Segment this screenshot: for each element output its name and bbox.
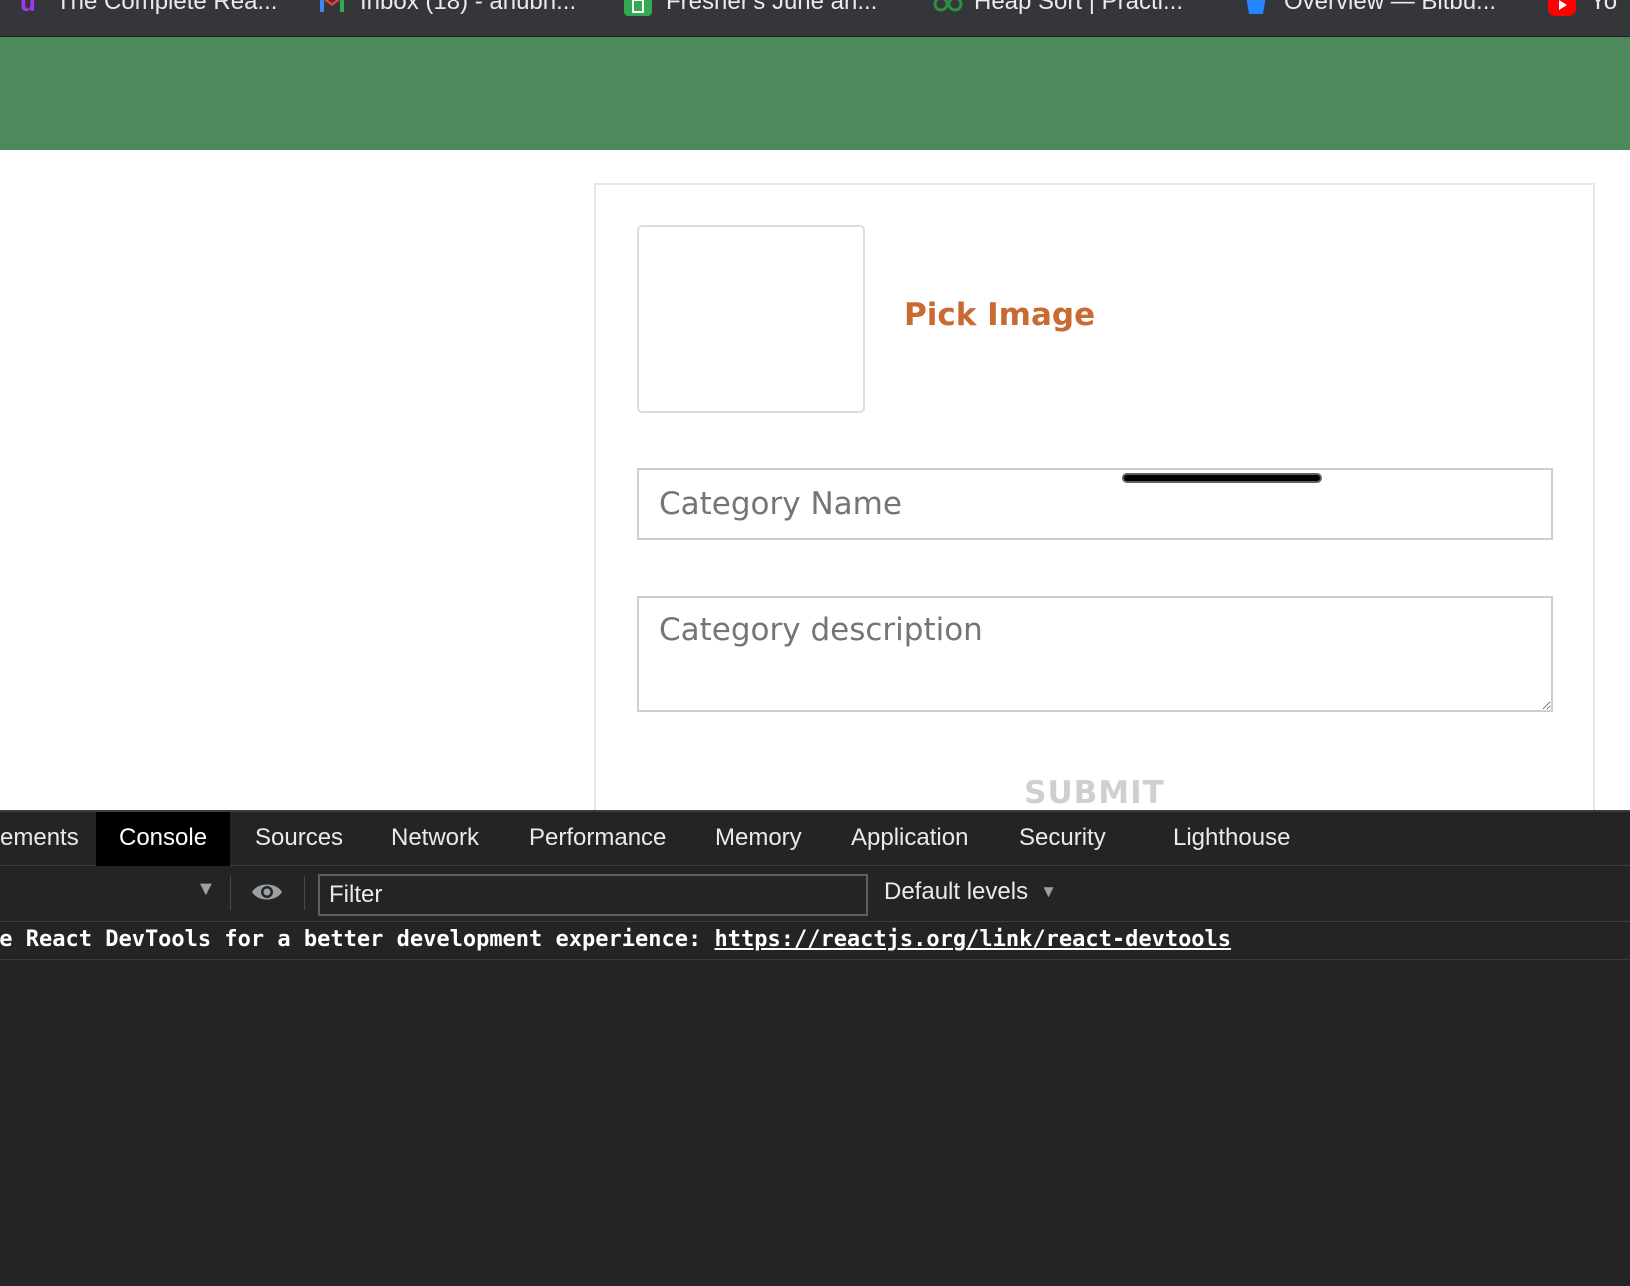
tab-memory[interactable]: Memory [692, 812, 825, 866]
tab-console[interactable]: Console [96, 812, 231, 866]
bookmark-bitbucket[interactable]: Overview — Bitbu... [1242, 0, 1496, 16]
bookmark-label: The Complete Rea... [56, 0, 278, 15]
tab-sources[interactable]: Sources [232, 812, 366, 866]
pick-image-button[interactable]: Pick Image [904, 297, 1095, 333]
floating-tab [1122, 473, 1322, 483]
image-preview [637, 225, 865, 413]
eye-icon[interactable] [250, 880, 284, 904]
context-dropdown-icon[interactable]: ▼ [196, 878, 216, 901]
bookmark-gfg[interactable]: Heap Sort | Practi... [932, 0, 1183, 16]
page-content: Pick Image SUBMIT [0, 150, 1630, 810]
bookmark-label: Heap Sort | Practi... [974, 0, 1183, 15]
console-message-text: he React DevTools for a better developme… [0, 927, 1231, 952]
bookmark-label: Fresher's June an... [666, 0, 878, 15]
submit-button[interactable]: SUBMIT [596, 775, 1593, 810]
chevron-down-icon: ▼ [1040, 882, 1057, 901]
react-devtools-link[interactable]: https://reactjs.org/link/react-devtools [714, 927, 1231, 952]
toolbar-divider [304, 876, 305, 910]
tab-performance[interactable]: Performance [506, 812, 689, 866]
tab-network[interactable]: Network [368, 812, 502, 866]
gmail-icon [318, 0, 346, 16]
bookmark-label: Yo [1590, 0, 1618, 15]
bookmark-sheets[interactable]: Fresher's June an... [624, 0, 877, 16]
tab-elements[interactable]: ements [0, 812, 102, 866]
bookmark-label: Inbox (18) - anubh... [360, 0, 577, 15]
bitbucket-icon [1242, 0, 1270, 16]
tab-lighthouse[interactable]: Lighthouse [1150, 812, 1313, 866]
console-message: he React DevTools for a better developme… [0, 922, 1630, 960]
category-name-input[interactable] [637, 468, 1553, 540]
console-toolbar: ▼ Default levels ▼ [0, 866, 1630, 922]
bookmark-gmail[interactable]: Inbox (18) - anubh... [318, 0, 576, 16]
bookmarks-bar: ū The Complete Rea... Inbox (18) - anubh… [0, 0, 1630, 37]
youtube-icon [1548, 0, 1576, 16]
toolbar-divider [230, 876, 231, 910]
log-levels-label: Default levels [884, 878, 1029, 905]
log-levels-dropdown[interactable]: Default levels ▼ [884, 878, 1057, 906]
udemy-icon: ū [20, 0, 36, 17]
geeksforgeeks-icon [932, 0, 963, 16]
category-description-input[interactable] [637, 596, 1553, 712]
bookmark-youtube[interactable]: Yo [1548, 0, 1617, 16]
devtools-tabbar: ements Console Sources Network Performan… [0, 812, 1630, 866]
tab-application[interactable]: Application [828, 812, 991, 866]
category-form-card: Pick Image SUBMIT [594, 183, 1595, 810]
tab-security[interactable]: Security [996, 812, 1129, 866]
devtools-panel: ements Console Sources Network Performan… [0, 810, 1630, 1286]
console-filter-input[interactable] [318, 874, 868, 916]
app-header-bar [0, 37, 1630, 150]
bookmark-label: Overview — Bitbu... [1284, 0, 1497, 15]
sheets-icon [624, 0, 652, 16]
console-message-body: he React DevTools for a better developme… [0, 927, 715, 952]
bookmark-udemy[interactable]: ū The Complete Rea... [14, 0, 277, 16]
